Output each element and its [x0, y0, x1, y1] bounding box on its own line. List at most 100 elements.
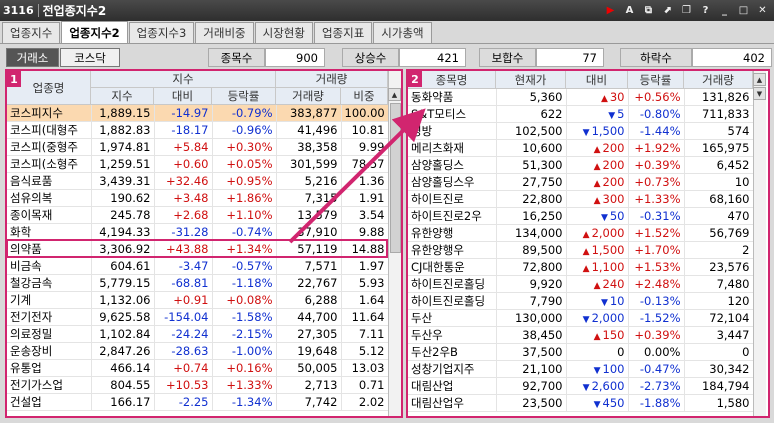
font-size-icon[interactable]: A — [622, 3, 637, 18]
tab-upjong-index[interactable]: 업종지수 — [2, 22, 61, 43]
table-row[interactable]: 건설업 166.17 -2.25 -1.34% 7,742 2.02 — [7, 393, 389, 411]
copy-window-icon[interactable]: ❐ — [679, 3, 694, 18]
tab-market-status[interactable]: 시장현황 — [254, 22, 313, 43]
col-header-rate[interactable]: 등락률 — [212, 88, 276, 105]
index-cell: 804.55 — [91, 376, 155, 394]
share-cell: 10.81 — [341, 121, 389, 139]
volume-cell: 383,877 — [276, 105, 342, 122]
table-row[interactable]: 코스피(중형주 1,974.81 +5.84 +0.30% 38,358 9.99 — [7, 138, 389, 156]
table-row[interactable]: 하이트진로홀딩7,79010-0.13%120 — [408, 292, 754, 310]
pin-icon[interactable]: ⬈ — [660, 3, 675, 18]
table-row[interactable]: 전기전자 9,625.58 -154.04 -1.58% 44,700 11.64 — [7, 308, 389, 326]
rate-cell: -0.96% — [212, 121, 277, 139]
share-cell: 5.12 — [341, 342, 389, 360]
sector-name-cell: 운송장비 — [7, 342, 92, 360]
title-bar: 3116 전업종지수2 ▶ A ⧉ ⬈ ❐ ? _ □ ✕ — [0, 0, 774, 21]
new-window-icon[interactable]: ⧉ — [641, 3, 656, 18]
tab-upjong-indicator[interactable]: 업종지표 — [313, 22, 373, 43]
right-scroll-up-icon[interactable]: ▲ — [753, 73, 766, 86]
play-icon[interactable]: ▶ — [603, 3, 618, 18]
col-group-volume: 거래량 — [276, 71, 388, 88]
table-row[interactable]: 하이트진로22,800300+1.33%68,160 — [408, 190, 754, 208]
table-row[interactable]: 대림산업우23,500450-1.88%1,580 — [408, 394, 754, 412]
table-row[interactable]: 동화약품5,36030+0.56%131,826 — [408, 89, 754, 106]
price-cell: 5,360 — [496, 89, 567, 106]
left-scrollbar[interactable]: ▲ — [388, 71, 401, 416]
table-row[interactable]: 비금속 604.61 -3.47 -0.57% 7,571 1.97 — [7, 257, 389, 275]
stock-name-cell: 삼양홀딩스 — [408, 156, 497, 174]
table-row[interactable]: 코스피(대형주 1,882.83 -18.17 -0.96% 41,496 10.81 — [7, 121, 389, 139]
index-cell: 1,132.06 — [91, 291, 155, 309]
selected-row-highlight — [6, 239, 388, 258]
col-header-volume[interactable]: 거래량 — [276, 88, 341, 105]
volume-cell: 7,571 — [276, 257, 342, 275]
rate-cell: +0.95% — [212, 172, 277, 190]
stock-name-cell: 삼양홀딩스우 — [408, 173, 497, 191]
table-row[interactable]: 두산2우B 37,500 0 0.00% 0 — [408, 343, 754, 361]
maximize-icon[interactable]: □ — [736, 3, 751, 18]
col-header-index[interactable]: 지수 — [91, 88, 154, 105]
table-row[interactable]: 경방102,5001,500-1.44%574 — [408, 122, 754, 140]
col-header-stock-volume[interactable]: 거래량 — [684, 71, 753, 89]
minimize-icon[interactable]: _ — [717, 3, 732, 18]
tab-market-cap[interactable]: 시가총액 — [373, 22, 432, 43]
stock-rate-cell: -0.31% — [628, 207, 685, 225]
index-cell: 3,439.31 — [91, 172, 155, 190]
scroll-up-icon[interactable]: ▲ — [388, 88, 401, 101]
table-row[interactable]: CJ대한통운72,8001,100+1.53%23,576 — [408, 258, 754, 276]
table-row[interactable]: 음식료품 3,439.31 +32.46 +0.95% 5,216 1.36 — [7, 172, 389, 190]
tab-upjong-index3[interactable]: 업종지수3 — [128, 22, 195, 43]
tab-trade-share[interactable]: 거래비중 — [195, 22, 254, 43]
stock-name-cell: S&T모티스 — [408, 105, 497, 123]
stock-volume-cell: 72,104 — [684, 309, 754, 327]
col-header-change[interactable]: 대비 — [154, 88, 212, 105]
stock-volume-cell: 165,975 — [684, 139, 754, 157]
table-row[interactable]: 삼양홀딩스51,300200+0.39%6,452 — [408, 156, 754, 174]
table-row[interactable]: 코스피지수 1,889.15 -14.97 -0.79% 383,877 100.00 — [7, 105, 389, 122]
table-row[interactable]: 화학 4,194.33 -31.28 -0.74% 37,910 9.88 — [7, 223, 389, 241]
table-row[interactable]: S&T모티스6225-0.80%711,833 — [408, 105, 754, 123]
table-row[interactable]: 성창기업지주21,100100-0.47%30,342 — [408, 360, 754, 378]
right-scroll-down-icon[interactable]: ▼ — [753, 87, 766, 100]
col-header-price[interactable]: 현재가 — [496, 71, 566, 89]
tab-upjong-index2[interactable]: 업종지수2 — [61, 21, 128, 43]
table-row[interactable]: 의료정밀 1,102.84 -24.24 -2.15% 27,305 7.11 — [7, 325, 389, 343]
sector-name-cell: 철강금속 — [7, 274, 92, 292]
change-cell: -28.63 — [154, 342, 213, 360]
help-icon[interactable]: ? — [698, 3, 713, 18]
table-row[interactable]: 운송장비 2,847.26 -28.63 -1.00% 19,648 5.12 — [7, 342, 389, 360]
stock-name-cell: 하이트진로 — [408, 190, 497, 208]
table-row[interactable]: 대림산업92,7002,600-2.73%184,794 — [408, 377, 754, 395]
col-header-stock-rate[interactable]: 등락률 — [628, 71, 684, 89]
stock-volume-cell: 10 — [684, 173, 754, 191]
col-header-stock-change[interactable]: 대비 — [566, 71, 628, 89]
table-row[interactable]: 유통업 466.14 +0.74 +0.16% 50,005 13.03 — [7, 359, 389, 377]
stock-change-cell: 50 — [566, 207, 629, 225]
table-row[interactable]: 유한양행134,0002,000+1.52%56,769 — [408, 224, 754, 242]
table-row[interactable]: 종이목재 245.78 +2.68 +1.10% 13,579 3.54 — [7, 206, 389, 224]
table-row[interactable]: 유한양행우89,5001,500+1.70%2 — [408, 241, 754, 259]
table-row[interactable]: 삼양홀딩스우27,750200+0.73%10 — [408, 173, 754, 191]
stock-name-cell: 두산2우B — [408, 343, 497, 361]
table-row[interactable]: 메리츠화재10,600200+1.92%165,975 — [408, 139, 754, 157]
table-row[interactable]: 기계 1,132.06 +0.91 +0.08% 6,288 1.64 — [7, 291, 389, 309]
stock-change-cell: 300 — [566, 190, 629, 208]
table-row[interactable]: 전기가스업 804.55 +10.53 +1.33% 2,713 0.71 — [7, 376, 389, 394]
kospi-button[interactable]: 거래소 — [6, 48, 59, 67]
stat-fall-value: 402 — [692, 48, 772, 67]
left-scroll-thumb[interactable] — [390, 103, 401, 253]
kosdaq-button[interactable]: 코스닥 — [60, 48, 120, 67]
right-scrollbar[interactable]: ▲ ▼ — [753, 71, 766, 416]
table-row[interactable]: 철강금속 5,779.15 -68.81 -1.18% 22,767 5.93 — [7, 274, 389, 292]
table-row[interactable]: 코스피(소형주 1,259.51 +0.60 +0.05% 301,599 78.57 — [7, 155, 389, 173]
table-row[interactable]: 두산130,0002,000-1.52%72,104 — [408, 309, 754, 327]
stock-list-panel: 2 종목명 현재가 대비 등락률 거래량 동화약품5,36030+0.56%13… — [406, 69, 770, 418]
table-row[interactable]: 하이트진로홀딩9,920240+2.48%7,480 — [408, 275, 754, 293]
table-row[interactable]: 하이트진로2우16,25050-0.31%470 — [408, 207, 754, 225]
col-header-share[interactable]: 비중 — [341, 88, 388, 105]
table-row[interactable]: 두산우38,450150+0.39%3,447 — [408, 326, 754, 344]
close-icon[interactable]: ✕ — [755, 3, 770, 18]
stock-change-cell: 1,500 — [566, 241, 629, 259]
index-cell: 190.62 — [91, 189, 155, 207]
table-row[interactable]: 섬유의복 190.62 +3.48 +1.86% 7,315 1.91 — [7, 189, 389, 207]
